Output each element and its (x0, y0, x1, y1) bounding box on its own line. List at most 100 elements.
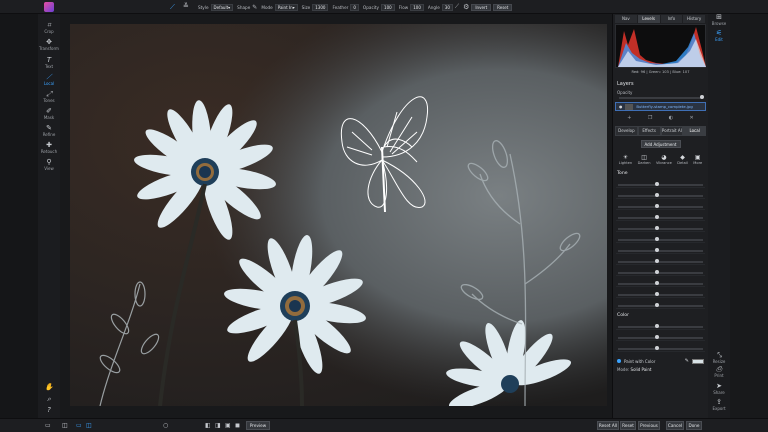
compare-icon[interactable]: ◫ (62, 422, 68, 429)
layer-mask-icon[interactable]: ◐ (669, 115, 673, 121)
angle-input[interactable]: 30 (441, 3, 453, 11)
mode-select[interactable]: Paint In ▾ (274, 3, 298, 11)
tab-info[interactable]: Info (660, 15, 683, 23)
image-canvas[interactable] (70, 24, 607, 406)
mode-detail[interactable]: ◆ Detail (677, 154, 688, 165)
tone-slider-row[interactable] (616, 232, 705, 243)
tab-history[interactable]: History (683, 15, 705, 23)
color-swatch[interactable] (692, 358, 704, 364)
split-view-icon[interactable]: ◫ (86, 422, 92, 429)
mode-darken[interactable]: ◫ Darken (638, 154, 651, 165)
tool-mask[interactable]: ✐ Mask (38, 107, 60, 121)
tab-levels[interactable]: Levels (637, 15, 660, 23)
mask-mode-icon[interactable]: ◧ (205, 422, 211, 429)
tool-local[interactable]: ⟋ Local (38, 74, 60, 87)
tone-slider-row[interactable] (616, 287, 705, 298)
tool-help[interactable]: ? (38, 407, 60, 414)
module-export[interactable]: ⇪ Export (708, 399, 730, 412)
paint-mode-row: Mode: Solid Paint (617, 367, 652, 372)
color-slider-row[interactable] (616, 341, 705, 352)
invert-button[interactable]: Invert (471, 3, 492, 11)
tone-slider-row[interactable] (616, 177, 705, 188)
brush-settings-icon[interactable]: ≚ (183, 2, 189, 10)
module-browse[interactable]: ⊞ Browse (708, 14, 730, 27)
add-adjustment-button[interactable]: Add Adjustment (640, 140, 681, 148)
delete-layer-icon[interactable]: ✕ (690, 115, 694, 121)
size-input[interactable]: 1300 (312, 3, 329, 11)
left-margin (0, 14, 38, 418)
tone-slider-row[interactable] (616, 199, 705, 210)
paint-with-color-checkbox[interactable] (617, 359, 621, 363)
style-select[interactable]: Default ▾ (210, 3, 234, 11)
tone-slider-row[interactable] (616, 243, 705, 254)
add-layer-icon[interactable]: + (627, 115, 631, 121)
filmstrip-icon[interactable]: ▭ (45, 422, 51, 429)
flow-input[interactable]: 100 (410, 3, 424, 11)
layer-opacity-slider[interactable] (619, 95, 704, 99)
histogram-graph (618, 27, 706, 67)
mask-fill-icon[interactable]: ◼ (235, 422, 240, 429)
tool-zoom[interactable]: ⌕ (38, 396, 60, 403)
done-button[interactable]: Done (686, 421, 702, 430)
duplicate-layer-icon[interactable]: ❐ (648, 115, 652, 121)
tool-view[interactable]: ⚲ View (38, 158, 60, 172)
reset-bottom-button[interactable]: Reset (620, 421, 636, 430)
visibility-icon[interactable]: ● (619, 104, 622, 109)
module-resize[interactable]: ⤡ Resize (708, 352, 730, 365)
cancel-button[interactable]: Cancel (666, 421, 684, 430)
shape-brush-icon[interactable]: ✎ (252, 4, 257, 11)
tone-slider-row[interactable] (616, 221, 705, 232)
mask-show-icon[interactable]: ▣ (225, 422, 231, 429)
tab-nav[interactable]: Nav (615, 15, 637, 23)
module-print[interactable]: ⎙ Print (708, 366, 730, 379)
tool-refine[interactable]: ✎ Refine (38, 125, 60, 138)
tool-hand[interactable]: ✋ (38, 384, 60, 391)
reset-all-button[interactable]: Reset All (597, 421, 619, 430)
gear-icon[interactable]: ⚙ (463, 3, 469, 11)
single-view-icon[interactable]: ▭ (76, 422, 82, 429)
app-logo[interactable] (44, 2, 54, 12)
mode-more[interactable]: ▣ More (693, 154, 702, 165)
slider-knob[interactable] (700, 95, 704, 99)
tone-slider-row[interactable] (616, 276, 705, 287)
previous-button[interactable]: Previous (638, 421, 660, 430)
reset-button[interactable]: Reset (493, 3, 513, 11)
mask-icon: ✐ (46, 107, 52, 115)
angle-control: Angle 30 ⟋ (427, 3, 460, 11)
share-icon: ➤ (716, 382, 722, 390)
mask-view-icon[interactable]: ◨ (215, 422, 221, 429)
tool-tones[interactable]: ⤢ Tones (38, 91, 60, 104)
options-bar: ⟋ ≚ Style Default ▾ Shape ✎ Mode Paint In… (0, 0, 768, 14)
tab-develop[interactable]: Develop (615, 126, 638, 136)
panel-tabs: Nav Levels Info History (615, 15, 706, 23)
tab-portrait-ai[interactable]: Portrait AI (660, 126, 684, 136)
tab-local[interactable]: Local (683, 126, 706, 136)
tone-slider-row[interactable] (616, 210, 705, 221)
tone-slider-row[interactable] (616, 265, 705, 276)
mode-vibrance[interactable]: ◕ Vibrance (656, 154, 672, 165)
tool-transform[interactable]: ✥ Transform (38, 39, 60, 52)
tab-effects[interactable]: Effects (637, 126, 661, 136)
layers-title: Layers (617, 81, 634, 87)
layer-row[interactable]: ● Butterfly-stamp_complete.jpg (615, 102, 706, 111)
tone-slider-row[interactable] (616, 298, 705, 309)
mode-lighten[interactable]: ☀ Lighten (619, 154, 632, 165)
color-slider-row[interactable] (616, 330, 705, 341)
opacity-input[interactable]: 100 (381, 3, 395, 11)
eyedropper-icon[interactable]: ✎ (685, 358, 689, 364)
angle-dial-icon[interactable]: ⟋ (455, 3, 459, 11)
tool-text[interactable]: T Text (38, 57, 60, 70)
feather-input[interactable]: 0 (350, 3, 359, 11)
brush-tool-icon[interactable]: ⟋ (170, 3, 175, 12)
paint-mode-select[interactable]: Solid Paint (631, 367, 652, 372)
mask-overlay-icon[interactable]: ○ (163, 422, 168, 429)
view-icon: ⚲ (46, 158, 52, 166)
preview-button[interactable]: Preview (246, 421, 270, 430)
module-share[interactable]: ➤ Share (708, 382, 730, 396)
module-edit[interactable]: ⚟ Edit (708, 30, 730, 43)
tone-slider-row[interactable] (616, 254, 705, 265)
tone-slider-row[interactable] (616, 188, 705, 199)
tool-crop[interactable]: ⌗ Crop (38, 22, 60, 35)
tool-retouch[interactable]: ✚ Retouch (38, 142, 60, 155)
color-slider-row[interactable] (616, 319, 705, 330)
